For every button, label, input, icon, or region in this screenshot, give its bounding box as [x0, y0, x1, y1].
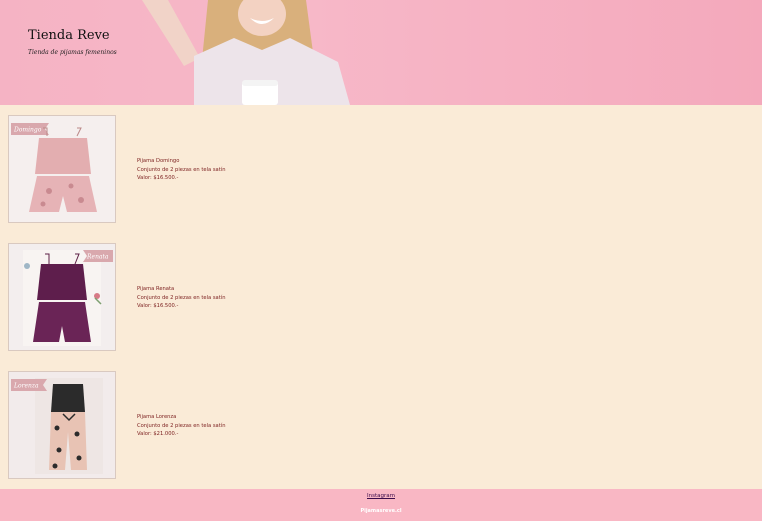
product-description: Conjunto de 2 piezas en tela satín	[137, 294, 226, 301]
product-image-domingo[interactable]: Domingo	[8, 115, 116, 223]
product-description: Conjunto de 2 piezas en tela satín	[137, 166, 226, 173]
product-description: Conjunto de 2 piezas en tela satín	[137, 422, 226, 429]
product-card-domingo: Domingo Pijama Domingo Conjunto de 2 pie…	[8, 115, 508, 223]
footer: Instagram Pijamasreve.cl	[0, 489, 762, 521]
product-name: Pijama Lorenza	[137, 414, 177, 420]
instagram-link[interactable]: Instagram	[0, 493, 762, 499]
product-name: Pijama Renata	[137, 286, 175, 292]
product-card-renata: Renata Pijama Renata Conjunto de 2 pieza…	[8, 243, 508, 351]
product-name: Pijama Domingo	[137, 158, 180, 164]
product-badge-lorenza: Lorenza	[13, 383, 39, 390]
product-price: Valor: $16.500.-	[137, 175, 179, 181]
product-info-lorenza: Pijama Lorenza Conjunto de 2 piezas en t…	[137, 413, 226, 439]
shop-title: Tienda Reve	[28, 28, 110, 43]
product-badge-domingo: Domingo	[13, 127, 42, 134]
product-price: Valor: $21.000.-	[137, 431, 179, 437]
hero-photo	[142, 0, 350, 105]
product-card-lorenza: Lorenza Pijama Lorenza Conjunto de 2 pie…	[8, 371, 508, 479]
footer-note: Pijamasreve.cl	[360, 508, 402, 514]
product-price: Valor: $16.500.-	[137, 303, 179, 309]
product-badge-renata: Renata	[86, 254, 109, 261]
shop-tagline: Tienda de pijamas femeninos	[28, 49, 117, 56]
product-list: Domingo Pijama Domingo Conjunto de 2 pie…	[0, 105, 762, 489]
product-image-lorenza[interactable]: Lorenza	[8, 371, 116, 479]
product-info-domingo: Pijama Domingo Conjunto de 2 piezas en t…	[137, 157, 226, 183]
header-banner: Tienda Reve Tienda de pijamas femeninos	[0, 0, 762, 105]
product-info-renata: Pijama Renata Conjunto de 2 piezas en te…	[137, 285, 226, 311]
product-image-renata[interactable]: Renata	[8, 243, 116, 351]
